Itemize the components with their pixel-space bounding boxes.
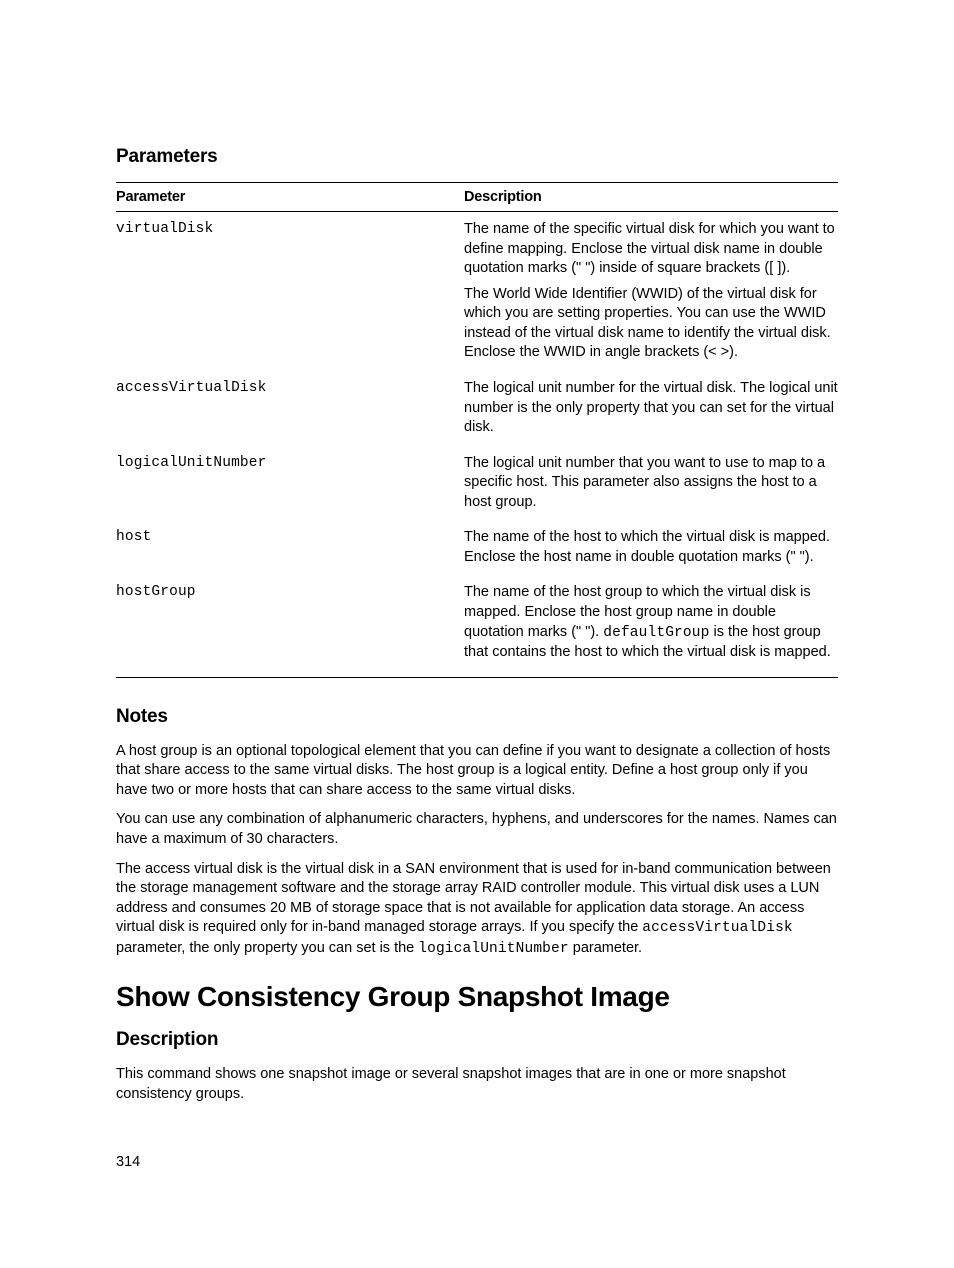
col-header-description: Description (464, 183, 838, 212)
table-row: accessVirtualDisk The logical unit numbe… (116, 371, 838, 446)
page-number: 314 (116, 1154, 140, 1170)
parameters-table: Parameter Description virtualDisk The na… (116, 182, 838, 678)
param-desc: The name of the host group to which the … (464, 575, 838, 677)
desc-para: The name of the host to which the virtua… (464, 528, 838, 567)
description-heading: Description (116, 1029, 838, 1051)
desc-para: The World Wide Identifier (WWID) of the … (464, 285, 838, 363)
inline-code: accessVirtualDisk (642, 920, 792, 936)
notes-text: parameter, the only property you can set… (116, 940, 418, 956)
inline-code: logicalUnitNumber (418, 941, 568, 957)
table-row: logicalUnitNumber The logical unit numbe… (116, 446, 838, 521)
param-name: host (116, 520, 464, 575)
notes-para: You can use any combination of alphanume… (116, 810, 838, 849)
topic-heading: Show Consistency Group Snapshot Image (116, 981, 838, 1013)
parameters-heading: Parameters (116, 146, 838, 168)
col-header-parameter: Parameter (116, 183, 464, 212)
param-name: hostGroup (116, 575, 464, 677)
table-row: hostGroup The name of the host group to … (116, 575, 838, 677)
notes-para: A host group is an optional topological … (116, 742, 838, 801)
param-desc: The logical unit number for the virtual … (464, 371, 838, 446)
param-desc: The logical unit number that you want to… (464, 446, 838, 521)
desc-para: The logical unit number that you want to… (464, 454, 838, 513)
notes-para: The access virtual disk is the virtual d… (116, 860, 838, 960)
desc-para: The logical unit number for the virtual … (464, 379, 838, 438)
param-name: virtualDisk (116, 212, 464, 371)
table-row: host The name of the host to which the v… (116, 520, 838, 575)
param-desc: The name of the specific virtual disk fo… (464, 212, 838, 371)
inline-code: defaultGroup (603, 625, 709, 641)
notes-text: parameter. (569, 940, 642, 956)
desc-para: The name of the host group to which the … (464, 583, 838, 662)
table-row: virtualDisk The name of the specific vir… (116, 212, 838, 371)
description-body: This command shows one snapshot image or… (116, 1065, 838, 1104)
notes-heading: Notes (116, 706, 838, 728)
param-name: logicalUnitNumber (116, 446, 464, 521)
param-name: accessVirtualDisk (116, 371, 464, 446)
desc-para: The name of the specific virtual disk fo… (464, 220, 838, 279)
param-desc: The name of the host to which the virtua… (464, 520, 838, 575)
